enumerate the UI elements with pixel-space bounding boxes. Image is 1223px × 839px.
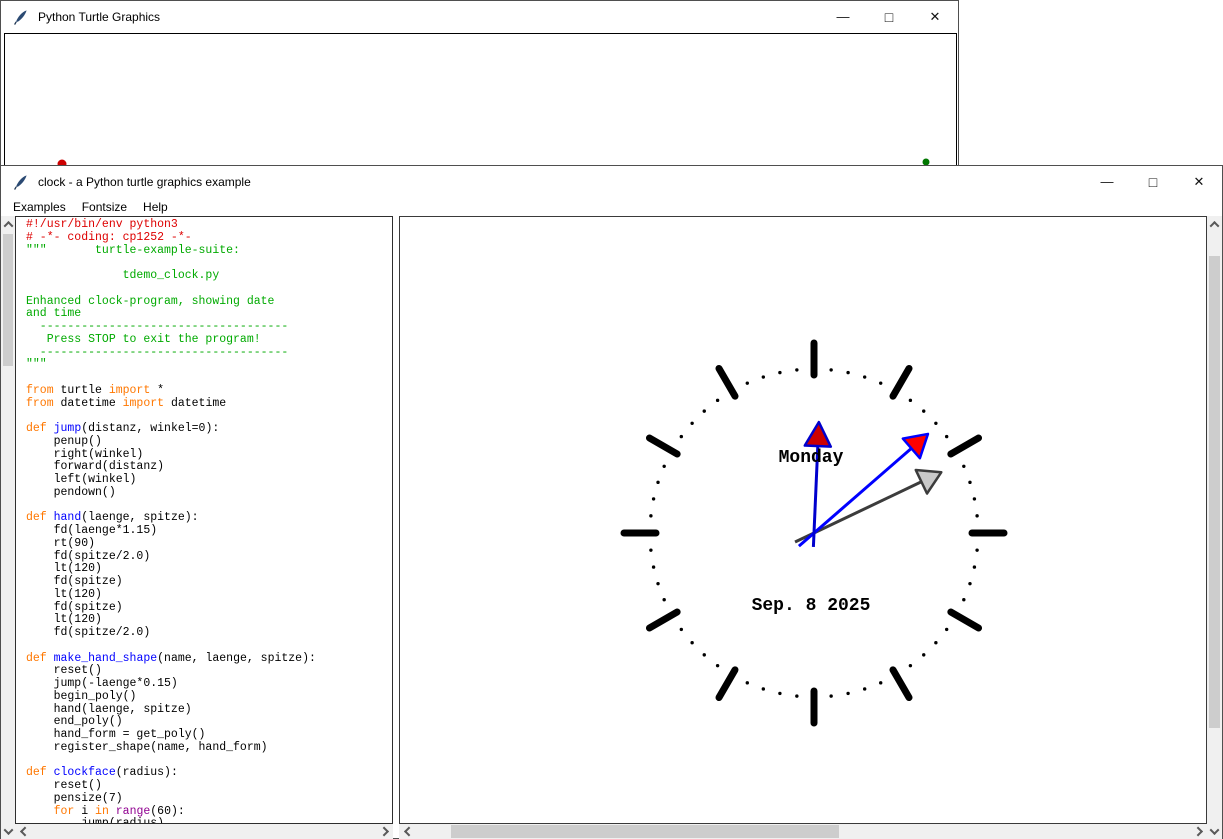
clock-weekday: Monday: [779, 448, 844, 468]
clock-face: [624, 343, 1004, 723]
chevron-right-icon: [1193, 827, 1203, 837]
canvas-horizontal-scrollbar[interactable]: [399, 824, 1207, 839]
window-title: Python Turtle Graphics: [38, 10, 160, 24]
window-title: clock - a Python turtle graphics example: [38, 175, 251, 189]
menu-help[interactable]: Help: [135, 198, 176, 216]
python-feather-icon: [13, 9, 29, 25]
python-feather-icon: [13, 174, 29, 190]
maximize-button[interactable]: □: [866, 1, 912, 32]
code-horizontal-scrollbar[interactable]: [15, 824, 393, 839]
scroll-up-button[interactable]: [1, 216, 15, 232]
chevron-down-icon: [3, 825, 13, 835]
code-line: register_shape(name, hand_form): [26, 742, 392, 755]
chevron-left-icon: [403, 827, 413, 837]
turtle-graphics-titlebar: Python Turtle Graphics — □ ✕: [1, 1, 958, 32]
menu-examples[interactable]: Examples: [5, 198, 74, 216]
code-text[interactable]: #!/usr/bin/env python3# -*- coding: cp12…: [15, 216, 393, 824]
scroll-right-button[interactable]: [377, 824, 393, 839]
clock-canvas: Monday Sep. 8 2025: [399, 216, 1207, 824]
scroll-left-button[interactable]: [15, 824, 31, 839]
scroll-right-button[interactable]: [1191, 824, 1207, 839]
scroll-down-button[interactable]: [1207, 823, 1222, 839]
code-line: ------------------------------------: [26, 347, 392, 360]
close-button[interactable]: ✕: [1176, 166, 1222, 197]
canvas-vertical-scrollbar[interactable]: [1207, 216, 1222, 839]
code-vertical-scrollbar[interactable]: [1, 216, 15, 839]
code-line: """: [26, 359, 392, 372]
chevron-up-icon: [1210, 220, 1220, 230]
clock-titlebar: clock - a Python turtle graphics example…: [1, 166, 1222, 197]
code-line: """ turtle-example-suite:: [26, 245, 392, 258]
clock-window: clock - a Python turtle graphics example…: [0, 165, 1223, 839]
code-line: from datetime import datetime: [26, 398, 392, 411]
scroll-left-button[interactable]: [399, 824, 415, 839]
maximize-button[interactable]: □: [1130, 166, 1176, 197]
chevron-down-icon: [1210, 825, 1220, 835]
scroll-down-button[interactable]: [1, 823, 15, 839]
chevron-up-icon: [3, 220, 13, 230]
scrollbar-thumb[interactable]: [1209, 256, 1220, 728]
chevron-right-icon: [379, 827, 389, 837]
scrollbar-thumb[interactable]: [451, 825, 839, 838]
scrollbar-thumb[interactable]: [3, 234, 13, 366]
code-line: tdemo_clock.py: [26, 270, 392, 283]
code-line: fd(spitze/2.0): [26, 627, 392, 640]
minimize-button[interactable]: —: [1084, 166, 1130, 197]
code-line: pendown(): [26, 487, 392, 500]
close-button[interactable]: ✕: [912, 1, 958, 32]
scroll-up-button[interactable]: [1207, 216, 1222, 232]
menubar: ExamplesFontsizeHelp: [1, 197, 1222, 216]
menu-fontsize[interactable]: Fontsize: [74, 198, 135, 216]
clock-svg: Monday Sep. 8 2025: [400, 217, 1206, 823]
chevron-left-icon: [19, 827, 29, 837]
minimize-button[interactable]: —: [820, 1, 866, 32]
clock-date: Sep. 8 2025: [752, 596, 871, 616]
